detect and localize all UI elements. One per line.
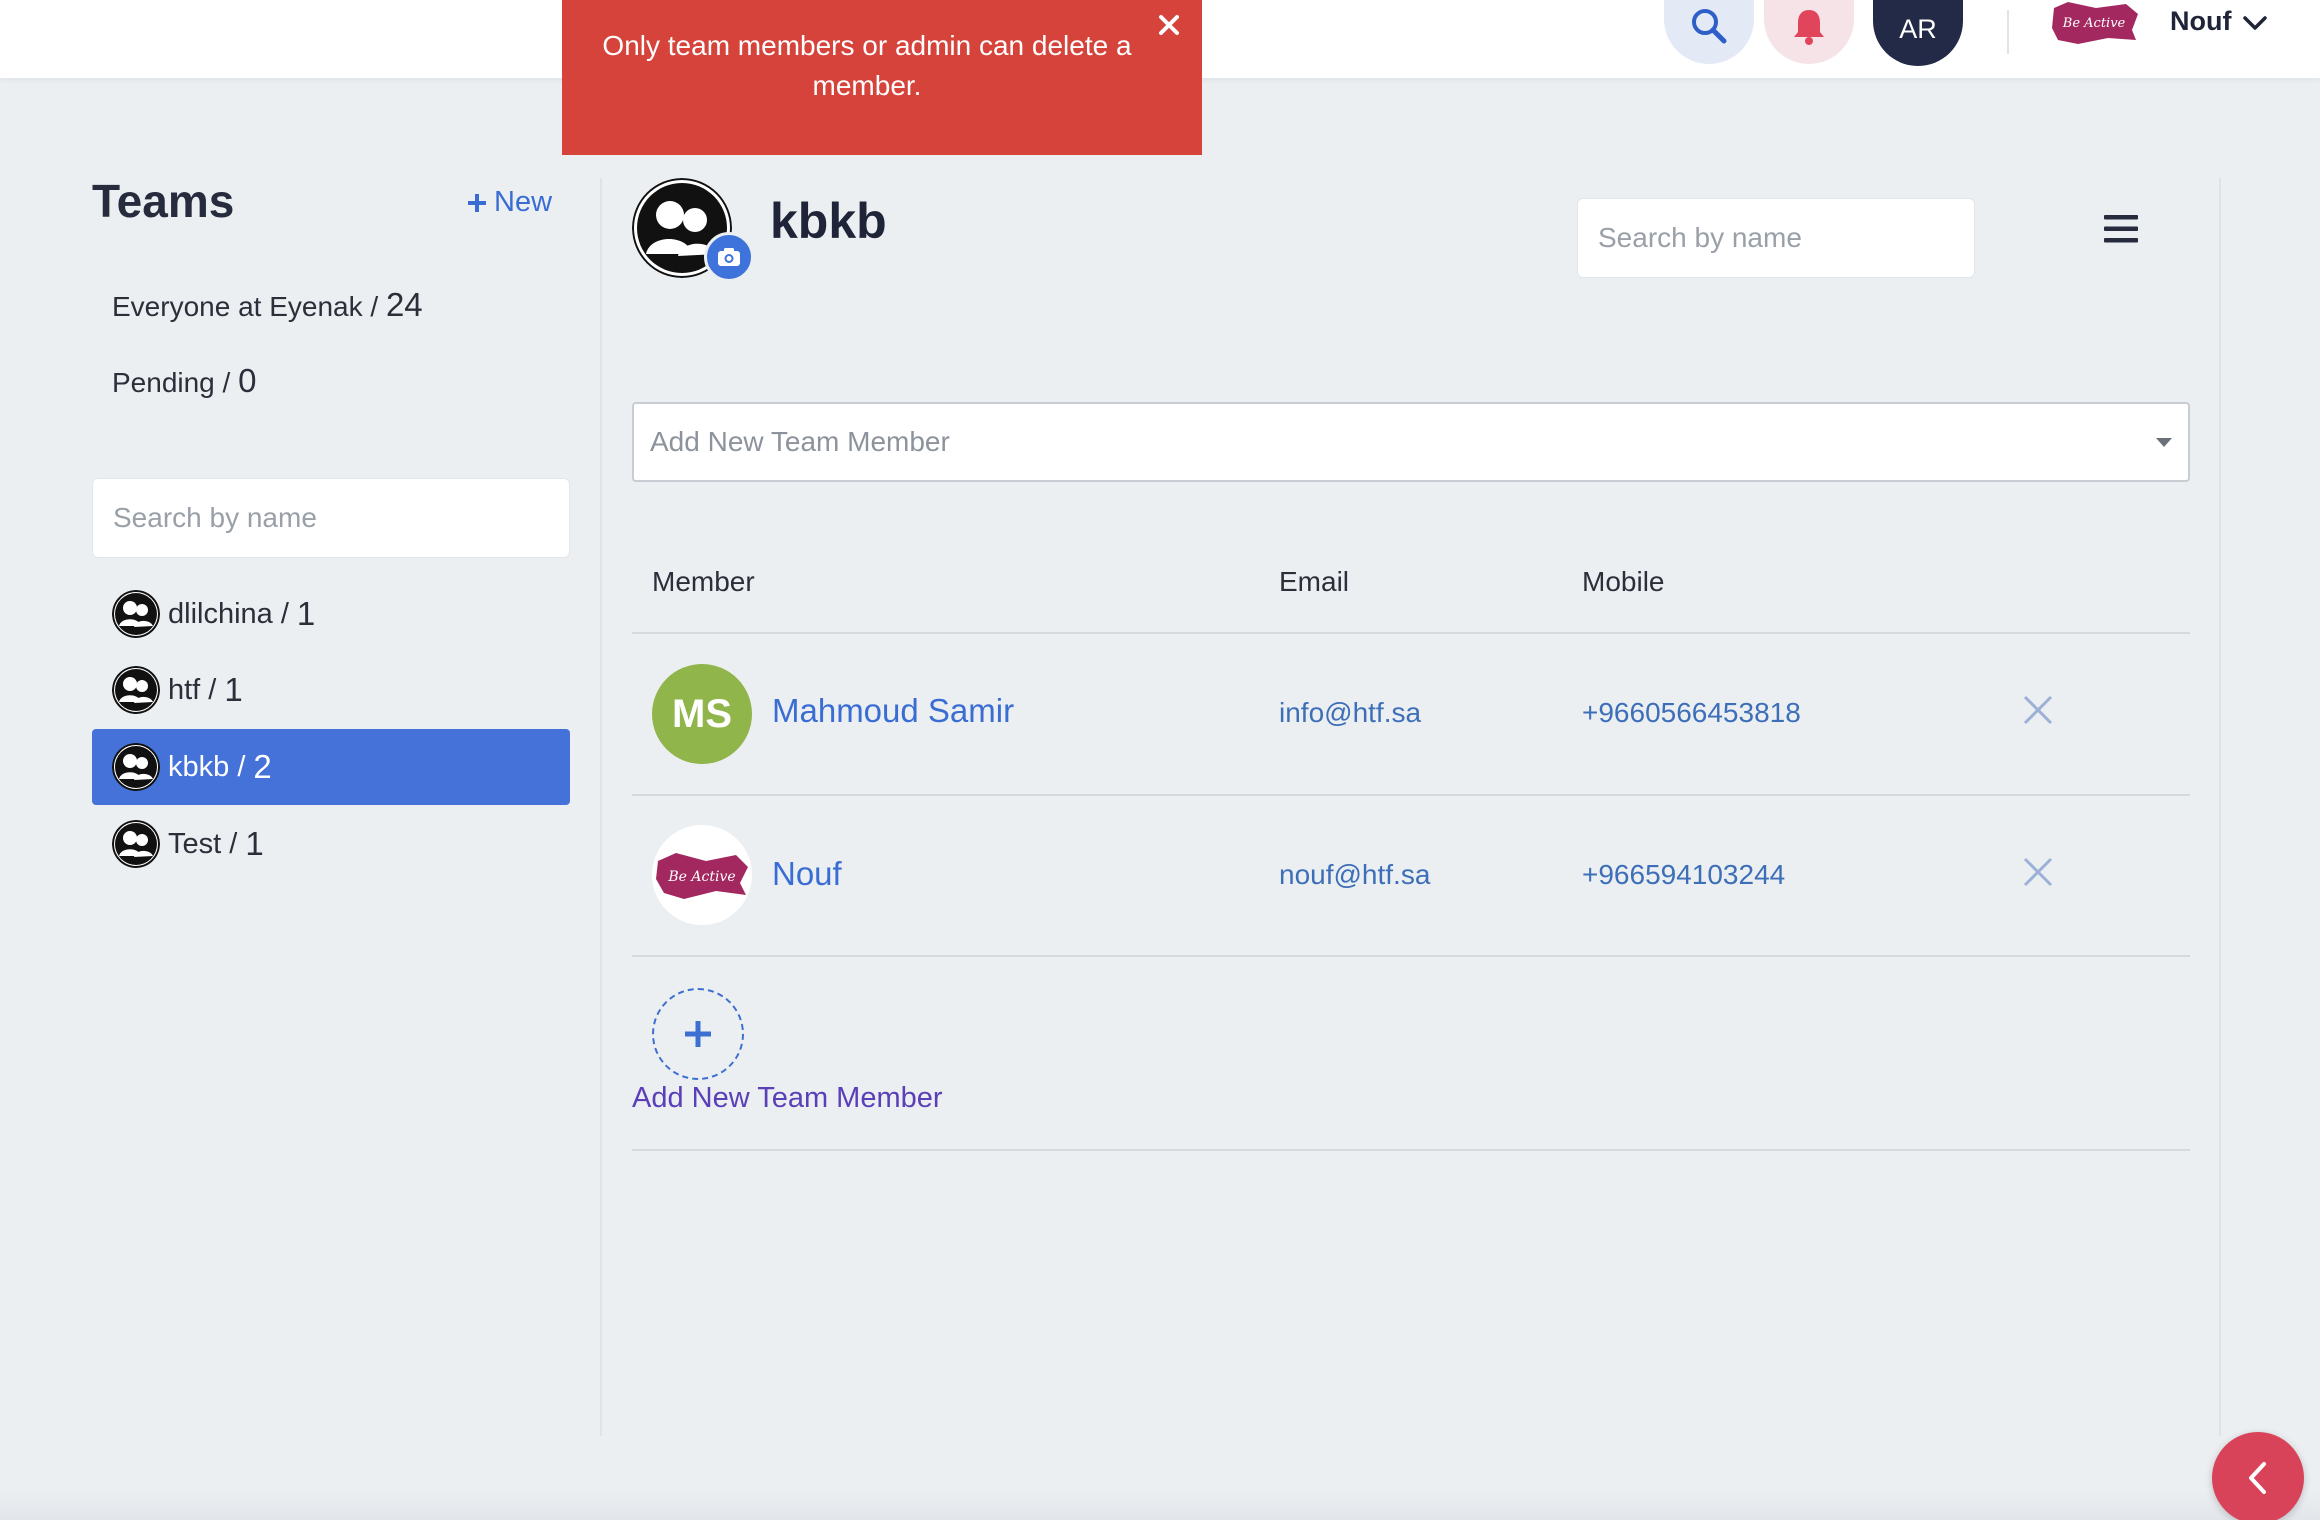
member-mobile-link[interactable]: +966594103244 — [1582, 859, 1785, 891]
team-count: 2 — [253, 748, 272, 785]
member-search-input[interactable]: Search by name — [1577, 198, 1975, 278]
new-team-label: New — [494, 186, 553, 218]
remove-member-icon[interactable] — [2022, 856, 2054, 888]
avatar-initials: MS — [672, 691, 732, 736]
sidebar-divider — [600, 178, 602, 1436]
team-avatar-icon — [112, 743, 160, 791]
chevron-down-icon[interactable] — [2242, 14, 2268, 32]
toast-message: Only team members or admin can delete a … — [602, 30, 1132, 101]
error-toast: Only team members or admin can delete a … — [562, 0, 1202, 155]
team-search-input[interactable]: Search by name — [92, 478, 570, 558]
table-divider — [632, 794, 2190, 796]
filter-label: Pending / — [112, 367, 239, 398]
team-name: htf / — [168, 673, 217, 706]
search-button[interactable] — [1664, 0, 1754, 64]
change-photo-button[interactable] — [704, 232, 754, 282]
remove-member-icon[interactable] — [2022, 694, 2054, 726]
team-item-kbkb[interactable]: kbkb / 2 — [92, 729, 570, 805]
hamburger-menu-icon[interactable] — [2104, 214, 2138, 244]
team-item-htf[interactable]: htf / 1 — [92, 652, 570, 728]
search-icon — [1692, 9, 1727, 44]
language-switch-button[interactable]: AR — [1873, 0, 1963, 66]
plus-icon — [685, 1021, 711, 1047]
member-email-link[interactable]: nouf@htf.sa — [1279, 859, 1430, 891]
column-header-mobile: Mobile — [1582, 566, 1665, 597]
bell-icon — [1794, 10, 1824, 45]
filter-everyone[interactable]: Everyone at Eyenak / 24 — [112, 286, 423, 324]
team-item-test[interactable]: Test / 1 — [92, 806, 570, 882]
team-count: 1 — [245, 825, 264, 862]
team-title: kbkb — [770, 193, 887, 249]
new-team-button[interactable]: New — [466, 186, 552, 219]
collapse-panel-button[interactable] — [2212, 1432, 2304, 1520]
team-avatar-icon — [112, 820, 160, 868]
avatar-logo-text: Be Active — [667, 869, 735, 885]
notifications-button[interactable] — [1764, 0, 1854, 64]
content-right-divider — [2219, 178, 2221, 1436]
bottom-edge — [0, 1490, 2320, 1520]
user-menu-name[interactable]: Nouf — [2170, 6, 2231, 37]
member-name-link[interactable]: Nouf — [772, 855, 842, 893]
table-divider — [632, 1149, 2190, 1151]
filter-count: 0 — [238, 362, 257, 399]
filter-label: Everyone at Eyenak / — [112, 291, 386, 322]
team-item-dlilchina[interactable]: dlilchina / 1 — [92, 576, 570, 652]
table-divider — [632, 955, 2190, 957]
brand-logo: Be Active — [656, 853, 748, 899]
column-header-member: Member — [652, 566, 755, 597]
filter-count: 24 — [385, 286, 423, 323]
add-member-button[interactable] — [652, 988, 744, 1080]
filter-pending[interactable]: Pending / 0 — [112, 362, 256, 400]
team-count: 1 — [296, 595, 316, 632]
brand-logo: Be Active — [2052, 2, 2138, 44]
team-name: dlilchina / — [168, 597, 289, 630]
column-header-email: Email — [1279, 566, 1350, 597]
team-avatar-icon — [112, 666, 160, 714]
language-label: AR — [1899, 13, 1937, 44]
camera-icon — [718, 248, 740, 266]
chevron-left-icon — [2249, 1462, 2266, 1494]
team-count: 1 — [224, 671, 243, 708]
add-member-label[interactable]: Add New Team Member — [632, 1082, 943, 1115]
member-email-link[interactable]: info@htf.sa — [1279, 697, 1421, 729]
plus-icon — [468, 193, 486, 212]
table-divider — [632, 632, 2190, 634]
team-name: kbkb / — [168, 750, 246, 783]
team-avatar-icon — [112, 590, 160, 638]
member-mobile-link[interactable]: +9660566453818 — [1582, 697, 1801, 729]
close-icon[interactable] — [1154, 10, 1184, 40]
avatar: Be Active — [652, 825, 752, 925]
brand-logo-text: Be Active — [2062, 16, 2126, 31]
team-name: Test / — [168, 827, 238, 860]
member-name-link[interactable]: Mahmoud Samir — [772, 692, 1014, 730]
caret-down-icon — [2156, 438, 2172, 447]
sidebar-title: Teams — [92, 175, 235, 227]
avatar: MS — [652, 664, 752, 764]
add-team-member-placeholder: Add New Team Member — [650, 426, 950, 457]
header-divider — [2007, 10, 2009, 54]
add-team-member-select[interactable]: Add New Team Member — [632, 402, 2190, 482]
